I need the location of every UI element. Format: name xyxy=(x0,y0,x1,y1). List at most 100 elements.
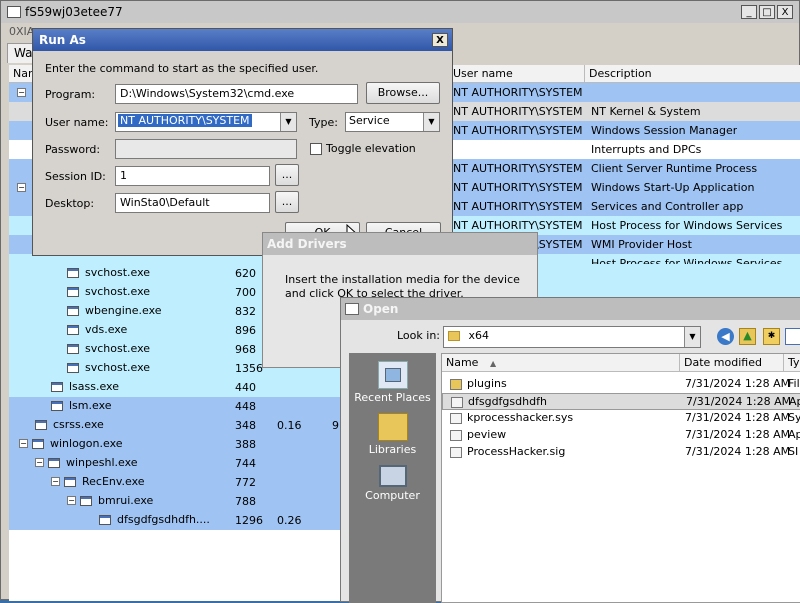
process-name-cell: − bmrui.exe xyxy=(67,494,153,507)
file-name: peview xyxy=(467,428,507,441)
computer-item[interactable]: Computer xyxy=(349,465,436,502)
pid-cell: 1356 xyxy=(235,362,263,375)
run-as-close-button[interactable]: X xyxy=(432,33,448,47)
file-type: Ap xyxy=(788,428,800,441)
process-name-cell: lsass.exe xyxy=(51,380,119,393)
libraries-label: Libraries xyxy=(368,443,417,456)
up-folder-icon[interactable]: ▲ xyxy=(739,328,756,345)
process-icon xyxy=(67,267,79,278)
desktop-browse-button[interactable]: ... xyxy=(275,191,299,213)
computer-label: Computer xyxy=(365,489,420,502)
column-description-header[interactable]: Description xyxy=(585,65,800,83)
recent-places-icon xyxy=(377,361,408,389)
open-window-icon xyxy=(345,303,359,315)
description-cell: Client Server Runtime Process xyxy=(591,162,758,175)
recent-places-label: Recent Places xyxy=(354,391,431,404)
file-date: 7/31/2024 1:28 AM xyxy=(685,377,791,390)
view-menu-icon[interactable] xyxy=(785,328,800,345)
process-name-cell: lsm.exe xyxy=(51,399,112,412)
description-cell: Host Process for Windows Services xyxy=(591,219,783,232)
collapse-toggle[interactable]: − xyxy=(19,439,28,448)
file-type: SI xyxy=(788,445,799,458)
pid-cell: 896 xyxy=(235,324,256,337)
process-name-cell: csrss.exe xyxy=(35,418,104,431)
process-icon xyxy=(32,438,44,449)
browse-button[interactable]: Browse... xyxy=(366,82,440,104)
process-name-cell: − winlogon.exe xyxy=(19,437,123,450)
folder-icon xyxy=(450,379,462,390)
run-as-title: Run As xyxy=(39,33,86,47)
libraries-item[interactable]: Libraries xyxy=(349,413,436,456)
recent-places-item[interactable]: Recent Places xyxy=(349,361,436,404)
app-icon xyxy=(450,430,462,441)
desktop-input[interactable]: WinSta0\Default xyxy=(115,193,270,213)
places-bar: Recent Places Libraries Computer xyxy=(349,353,436,603)
column-date-header[interactable]: Date modified xyxy=(680,354,784,372)
session-input[interactable]: 1 xyxy=(115,166,270,186)
type-combo[interactable]: Service ▼ xyxy=(345,112,440,132)
file-list: Name ▲ Date modified Ty plugins 7/31/2024… xyxy=(441,353,800,603)
io-cell: 9 xyxy=(332,419,339,432)
column-user-header[interactable]: User name xyxy=(449,65,585,83)
expand-toggle[interactable]: − xyxy=(17,88,26,97)
process-icon xyxy=(67,286,79,297)
expand-toggle[interactable]: − xyxy=(17,183,26,192)
process-name: winpeshl.exe xyxy=(66,456,138,469)
pid-cell: 448 xyxy=(235,400,256,413)
pid-cell: 832 xyxy=(235,305,256,318)
column-type-header[interactable]: Ty xyxy=(784,354,800,372)
app-icon xyxy=(7,6,21,18)
app-icon xyxy=(451,397,463,408)
process-name: svchost.exe xyxy=(85,266,151,279)
type-value: Service xyxy=(349,114,390,127)
column-name-header[interactable]: Name ▲ xyxy=(442,354,680,372)
description-cell: Windows Start-Up Application xyxy=(591,181,755,194)
file-row[interactable]: kprocesshacker.sys 7/31/2024 1:28 AM Sy xyxy=(442,410,800,427)
minimize-button[interactable]: _ xyxy=(741,5,757,19)
session-browse-button[interactable]: ... xyxy=(275,164,299,186)
description-cell: Interrupts and DPCs xyxy=(591,143,702,156)
username-value: NT AUTHORITY\SYSTEM xyxy=(118,114,252,127)
process-name: vds.exe xyxy=(85,323,128,336)
process-name: csrss.exe xyxy=(53,418,104,431)
file-date: 7/31/2024 1:28 AM xyxy=(685,445,791,458)
back-icon[interactable]: ◀ xyxy=(717,328,734,345)
username-combo[interactable]: NT AUTHORITY\SYSTEM ▼ xyxy=(115,112,297,132)
toggle-elevation-checkbox[interactable] xyxy=(310,143,322,155)
new-folder-icon[interactable]: ✱ xyxy=(763,328,780,345)
file-type: Fil xyxy=(788,377,800,390)
add-drivers-title: Add Drivers xyxy=(267,237,347,251)
file-row[interactable]: ProcessHacker.sig 7/31/2024 1:28 AM SI xyxy=(442,444,800,461)
password-label: Password: xyxy=(45,143,101,156)
process-icon xyxy=(99,514,111,525)
sort-up-icon: ▲ xyxy=(489,359,497,368)
user-name-cell: NT AUTHORITY\SYSTEM xyxy=(453,124,583,137)
main-title-bar: fS59wj03etee77 _ □ X xyxy=(1,1,799,23)
look-in-combo[interactable]: x64 ▼ xyxy=(443,326,701,348)
type-label: Type: xyxy=(309,116,338,129)
maximize-button[interactable]: □ xyxy=(759,5,775,19)
user-name-cell: NT AUTHORITY\SYSTEM xyxy=(453,200,583,213)
collapse-toggle[interactable]: − xyxy=(51,477,60,486)
process-name: lsass.exe xyxy=(69,380,119,393)
file-row[interactable]: peview 7/31/2024 1:28 AM Ap xyxy=(442,427,800,444)
pid-cell: 700 xyxy=(235,286,256,299)
file-row[interactable]: plugins 7/31/2024 1:28 AM Fil xyxy=(442,376,800,393)
chevron-down-icon[interactable]: ▼ xyxy=(684,327,700,347)
chevron-down-icon[interactable]: ▼ xyxy=(280,113,296,131)
username-label: User name: xyxy=(45,116,109,129)
password-input[interactable] xyxy=(115,139,297,159)
program-input[interactable]: D:\Windows\System32\cmd.exe xyxy=(115,84,358,104)
file-icon xyxy=(450,447,462,458)
collapse-toggle[interactable]: − xyxy=(35,458,44,467)
close-button[interactable]: X xyxy=(777,5,793,19)
user-name-cell: NT AUTHORITY\SYSTEM xyxy=(453,181,583,194)
file-name: plugins xyxy=(467,377,507,390)
pid-cell: 968 xyxy=(235,343,256,356)
collapse-toggle[interactable]: − xyxy=(67,496,76,505)
process-name-cell: − winpeshl.exe xyxy=(35,456,138,469)
file-row[interactable]: dfsgdfgsdhdfh 7/31/2024 1:28 AMAp xyxy=(442,393,800,410)
menu-fragment[interactable]: 0XIA xyxy=(9,25,34,38)
program-label: Program: xyxy=(45,88,96,101)
chevron-down-icon[interactable]: ▼ xyxy=(423,113,439,131)
